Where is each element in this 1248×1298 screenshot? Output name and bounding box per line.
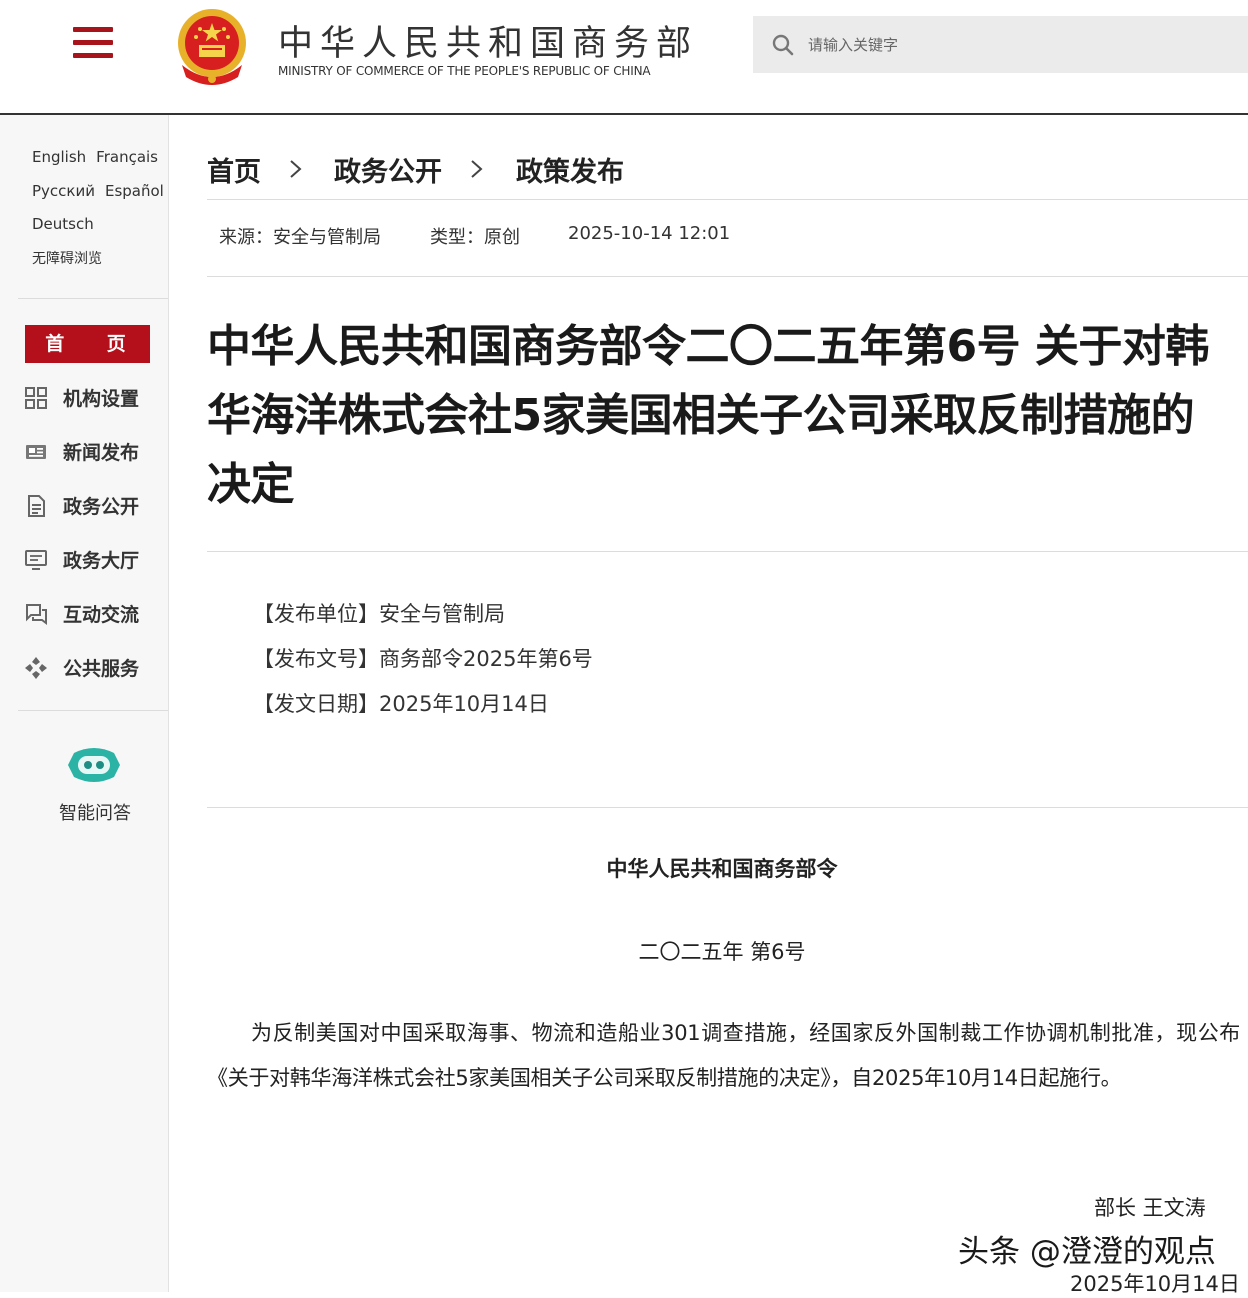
language-row: English Français	[32, 148, 168, 166]
sidebar-item-organization[interactable]: 机构设置	[24, 383, 164, 413]
sidebar-item-interaction[interactable]: 互动交流	[24, 599, 164, 629]
chevron-right-icon	[471, 160, 483, 178]
article-title: 中华人民共和国商务部令二〇二五年第6号 关于对韩华海洋株式会社5家美国相关子公司…	[207, 321, 1209, 510]
chevron-right-icon	[290, 160, 302, 178]
divider	[207, 551, 1248, 552]
search-input[interactable]	[806, 26, 1230, 64]
site-subtitle: MINISTRY OF COMMERCE OF THE PEOPLE'S REP…	[278, 64, 651, 78]
sidebar-item-label: 政务大厅	[63, 550, 140, 572]
document-icon	[28, 495, 45, 517]
search-icon[interactable]	[771, 33, 795, 57]
watermark: 头条 @澄澄的观点	[958, 1234, 1216, 1270]
breadcrumb-home[interactable]: 首页	[207, 150, 261, 189]
lang-german-link[interactable]: Deutsch	[32, 215, 94, 233]
info-document-number: 【发布文号】商务部令2025年第6号	[253, 647, 593, 671]
smart-qa-label[interactable]: 智能问答	[59, 799, 131, 825]
sidebar-item-label: 新闻发布	[63, 442, 140, 464]
lang-english-link[interactable]: English	[32, 148, 86, 166]
accessibility-link[interactable]: 无障碍浏览	[32, 251, 102, 267]
sidebar-item-news[interactable]: 新闻发布	[24, 437, 164, 467]
menu-icon[interactable]	[73, 27, 113, 59]
divider	[207, 807, 1248, 808]
signature: 部长 王文涛	[1094, 1196, 1206, 1220]
meta-datetime: 2025-10-14 12:01	[568, 223, 731, 244]
breadcrumb-policy-release[interactable]: 政策发布	[516, 150, 624, 189]
sidebar: English Français Русский Español Deutsch 无…	[0, 115, 169, 1292]
news-icon	[26, 445, 46, 459]
sidebar-divider	[18, 710, 168, 711]
site-title: 中华人民共和国商务部	[278, 24, 699, 64]
chat-icon	[26, 604, 47, 625]
language-row: Русский Español	[32, 182, 174, 200]
grid-icon	[25, 387, 47, 409]
lang-spanish-link[interactable]: Español	[105, 182, 164, 200]
lang-french-link[interactable]: Français	[96, 148, 158, 166]
divider	[207, 199, 1248, 200]
monitor-icon	[25, 550, 47, 570]
sidebar-item-public-service[interactable]: 公共服务	[24, 653, 164, 683]
document-number: 二〇二五年 第6号	[638, 940, 806, 964]
meta-type: 类型：原创	[430, 227, 520, 248]
document-body: 为反制美国对中国采取海事、物流和造船业301调查措施，经国家反外国制裁工作协调机…	[207, 1021, 1240, 1090]
robot-assistant-icon[interactable]	[66, 745, 122, 785]
divider	[207, 276, 1248, 277]
lang-russian-link[interactable]: Русский	[32, 182, 95, 200]
sidebar-divider	[18, 298, 168, 299]
language-row: Deutsch	[32, 215, 104, 233]
language-row: 无障碍浏览	[32, 248, 112, 268]
breadcrumb-government-affairs[interactable]: 政务公开	[334, 150, 442, 189]
meta-source: 来源：安全与管制局	[219, 227, 381, 248]
site-header: 中华人民共和国商务部 MINISTRY OF COMMERCE OF THE P…	[0, 0, 1248, 115]
sidebar-item-home[interactable]: 首 页	[25, 325, 150, 363]
service-icon	[25, 657, 47, 679]
signature-date: 2025年10月14日	[1070, 1272, 1240, 1296]
info-publisher: 【发布单位】安全与管制局	[253, 602, 505, 626]
document-heading: 中华人民共和国商务部令	[606, 857, 838, 881]
sidebar-item-label: 互动交流	[63, 604, 140, 626]
info-issue-date: 【发文日期】2025年10月14日	[253, 692, 549, 716]
sidebar-item-service-hall[interactable]: 政务大厅	[24, 545, 164, 575]
sidebar-item-label: 机构设置	[63, 388, 140, 410]
sidebar-item-label: 公共服务	[63, 658, 140, 680]
national-emblem-icon[interactable]	[174, 7, 250, 87]
sidebar-item-government-affairs[interactable]: 政务公开	[24, 491, 164, 521]
sidebar-item-label: 政务公开	[63, 496, 140, 518]
